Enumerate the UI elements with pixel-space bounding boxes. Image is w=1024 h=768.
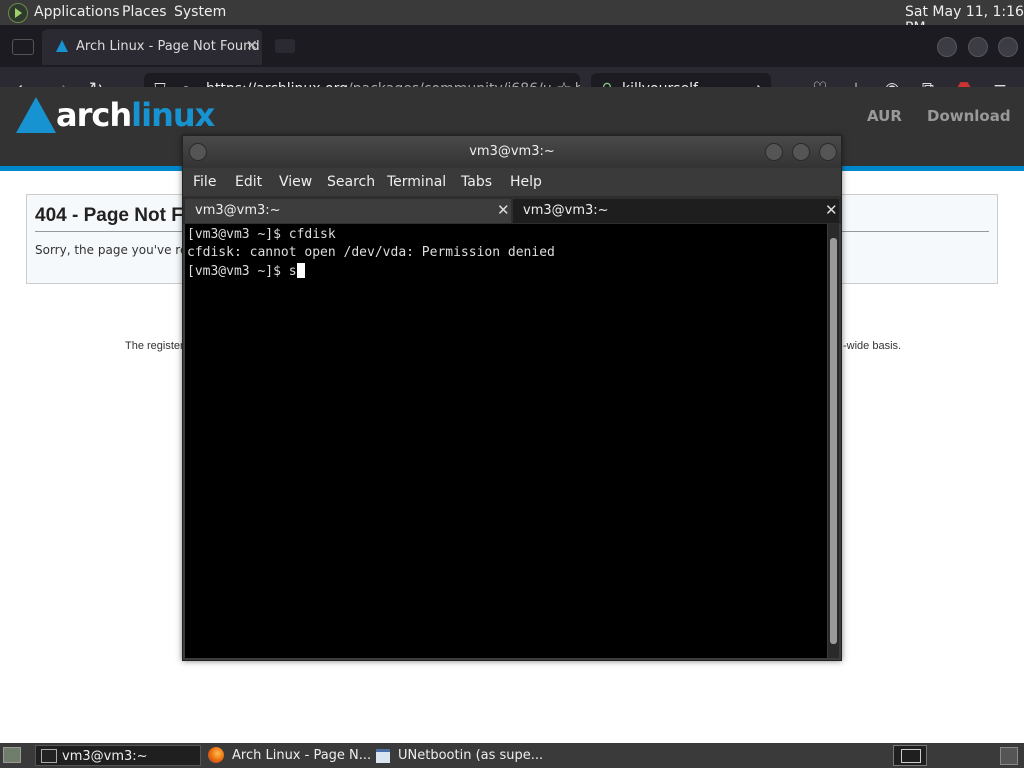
new-tab-button[interactable] (275, 39, 295, 53)
minimize-button[interactable] (937, 37, 957, 57)
terminal-line: [vm3@vm3 ~]$ cfdisk (187, 227, 336, 242)
menu-terminal[interactable]: Terminal (387, 174, 446, 190)
terminal-app-icon (41, 749, 57, 763)
taskbar-item-unetbootin[interactable]: UNetbootin (as supe... (372, 745, 544, 766)
workspace-switcher[interactable] (893, 745, 927, 766)
menu-file[interactable]: File (193, 174, 216, 190)
menu-tabs[interactable]: Tabs (461, 174, 492, 190)
terminal-prompt-line: [vm3@vm3 ~]$ s (187, 263, 305, 279)
tab-close-icon[interactable]: ✕ (246, 38, 258, 54)
browser-tab-bar: Arch Linux - Page Not Found ✕ (0, 25, 1024, 67)
trash-icon[interactable] (1000, 747, 1018, 765)
terminal-tab-1[interactable]: vm3@vm3:~ ✕ (185, 199, 511, 223)
maximize-button[interactable] (968, 37, 988, 57)
terminal-tab-1-label: vm3@vm3:~ (195, 203, 281, 218)
terminal-close-button[interactable] (819, 143, 837, 161)
terminal-tab-2-close-icon[interactable]: ✕ (825, 201, 838, 219)
bottom-panel: vm3@vm3:~ Arch Linux - Page N... UNetboo… (0, 743, 1024, 768)
arch-logo-icon[interactable] (16, 97, 56, 133)
taskbar-item-label: Arch Linux - Page N... (232, 748, 372, 763)
terminal-window: vm3@vm3:~ File Edit View Search Terminal… (182, 135, 842, 661)
taskbar-item-firefox[interactable]: Arch Linux - Page N... (206, 745, 371, 766)
terminal-maximize-button[interactable] (792, 143, 810, 161)
arch-favicon-icon (56, 40, 68, 52)
close-window-button[interactable] (998, 37, 1018, 57)
menu-search[interactable]: Search (327, 174, 375, 190)
browser-tab[interactable]: Arch Linux - Page Not Found ✕ (42, 29, 262, 65)
terminal-tab-2[interactable]: vm3@vm3:~ ✕ (513, 199, 839, 223)
taskbar-item-terminal[interactable]: vm3@vm3:~ (35, 745, 201, 766)
list-all-tabs-icon[interactable] (12, 39, 34, 55)
terminal-tab-1-close-icon[interactable]: ✕ (497, 201, 510, 219)
terminal-line: cfdisk: cannot open /dev/vda: Permission… (187, 245, 555, 260)
firefox-app-icon (208, 747, 224, 763)
taskbar-item-label: vm3@vm3:~ (62, 749, 148, 764)
menu-system[interactable]: System (174, 4, 226, 20)
terminal-tab-2-label: vm3@vm3:~ (523, 203, 609, 218)
scrollbar-thumb[interactable] (830, 238, 837, 644)
menu-help[interactable]: Help (510, 174, 542, 190)
terminal-menubar: File Edit View Search Terminal Tabs Help (183, 168, 841, 196)
menu-edit[interactable]: Edit (235, 174, 262, 190)
nav-link-download[interactable]: Download (927, 107, 1011, 125)
footer-text-right: -wide basis. (843, 340, 902, 352)
workspace-1[interactable] (901, 749, 921, 763)
terminal-tab-bar: vm3@vm3:~ ✕ vm3@vm3:~ ✕ (183, 196, 841, 224)
nav-link-aur[interactable]: AUR (867, 107, 902, 125)
terminal-minimize-button[interactable] (765, 143, 783, 161)
menu-applications[interactable]: Applications (34, 4, 120, 20)
taskbar-item-label: UNetbootin (as supe... (398, 748, 544, 763)
distro-logo-icon[interactable] (8, 3, 28, 23)
show-desktop-icon[interactable] (3, 747, 21, 763)
menu-places[interactable]: Places (122, 4, 167, 20)
footer-text-left: The register (125, 340, 184, 352)
arch-logo-text[interactable]: archlinux (56, 96, 215, 134)
terminal-titlebar[interactable]: vm3@vm3:~ (183, 136, 841, 168)
window-app-icon (376, 749, 390, 763)
terminal-output[interactable]: [vm3@vm3 ~]$ cfdisk cfdisk: cannot open … (185, 224, 827, 658)
text-cursor (296, 263, 305, 278)
page-message: Sorry, the page you've re (35, 243, 188, 257)
browser-tab-title: Arch Linux - Page Not Found (76, 39, 260, 54)
terminal-scrollbar[interactable] (828, 224, 839, 658)
top-panel: Applications Places System Sat May 11, 1… (0, 0, 1024, 36)
page-title: 404 - Page Not F (35, 205, 183, 226)
menu-view[interactable]: View (279, 174, 312, 190)
terminal-title: vm3@vm3:~ (469, 144, 555, 159)
